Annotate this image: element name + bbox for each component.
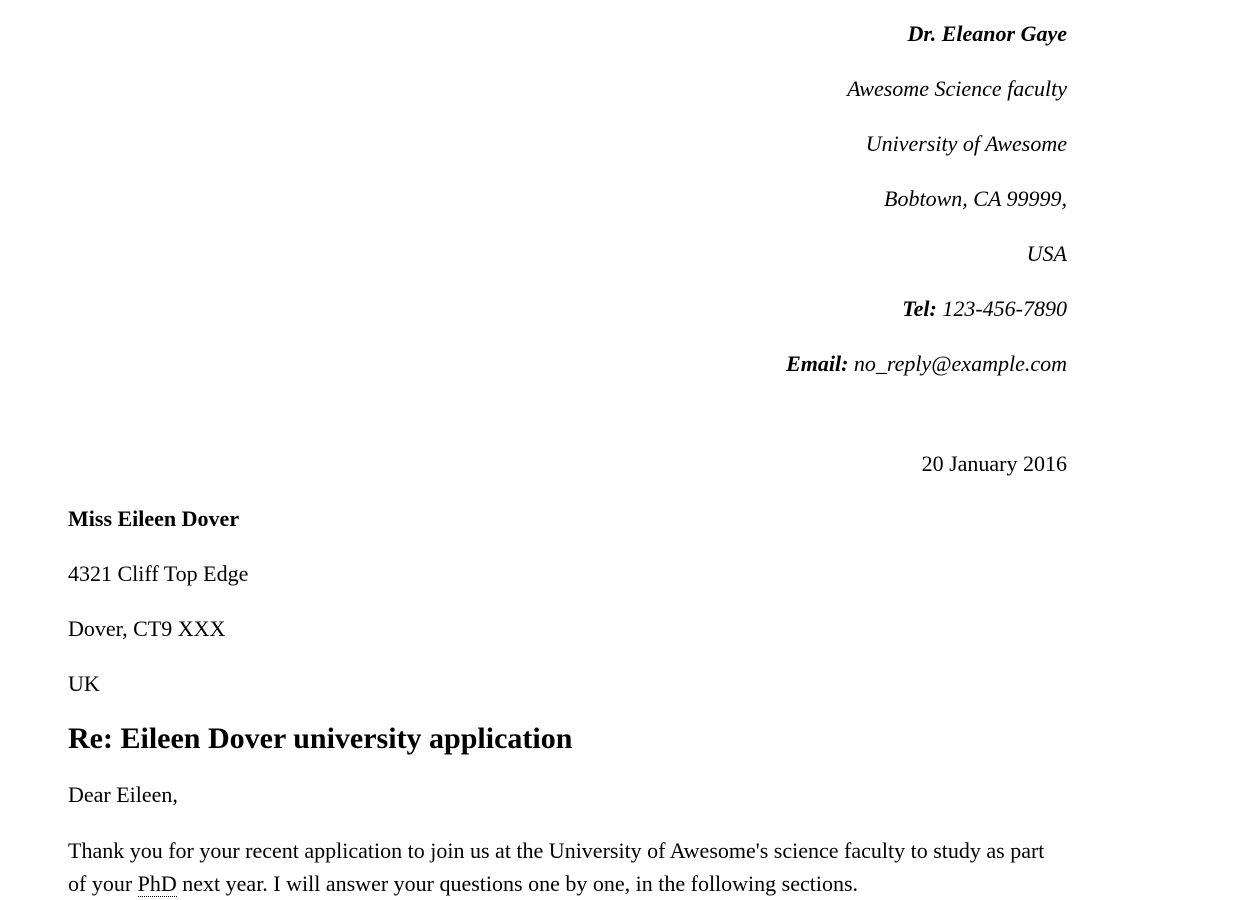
tel-label: Tel: — [902, 296, 937, 321]
body-text-after: next year. I will answer your questions … — [176, 871, 859, 896]
recipient-street: 4321 Cliff Top Edge — [68, 561, 249, 586]
email-value: no_reply@example.com — [853, 351, 1067, 376]
recipient-address: Miss Eileen Dover 4321 Cliff Top Edge Do… — [68, 503, 248, 723]
phd-abbreviation: PhD — [137, 871, 177, 897]
sender-name: Dr. Eleanor Gaye — [907, 21, 1068, 46]
letter: Dr. Eleanor Gaye Awesome Science faculty… — [0, 0, 1252, 897]
email-label: Email: — [786, 351, 849, 376]
letter-date: 20 January 2016 — [921, 451, 1067, 476]
sender-email: Email: no_reply@example.com — [786, 348, 1067, 403]
sender-country: USA — [1026, 241, 1067, 266]
recipient-name: Miss Eileen Dover — [68, 506, 240, 531]
sender-address: Dr. Eleanor Gaye Awesome Science faculty… — [786, 18, 1067, 403]
letter-subject: Re: Eileen Dover university application — [68, 722, 573, 755]
tel-value: 123-456-7890 — [942, 296, 1067, 321]
body-paragraph: Thank you for your recent application to… — [68, 834, 1058, 900]
sender-city: Bobtown, CA 99999, — [884, 186, 1067, 211]
recipient-country: UK — [68, 671, 100, 696]
sender-faculty: Awesome Science faculty — [847, 76, 1067, 101]
recipient-city: Dover, CT9 XXX — [68, 616, 226, 641]
sender-university: University of Awesome — [865, 131, 1067, 156]
salutation: Dear Eileen, — [68, 782, 178, 807]
sender-tel: Tel: 123-456-7890 — [786, 293, 1067, 348]
